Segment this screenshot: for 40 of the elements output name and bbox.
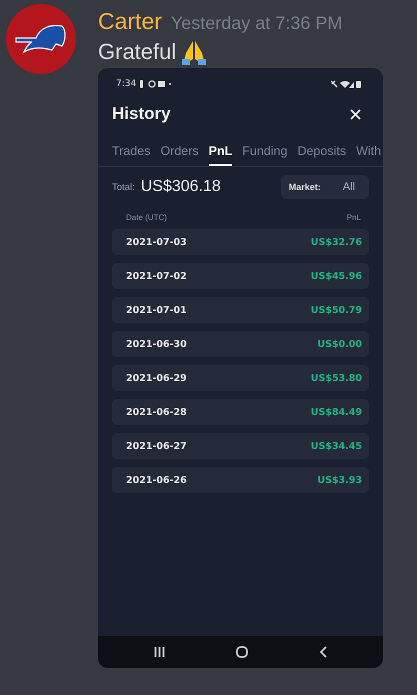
screen-title: History bbox=[112, 104, 171, 124]
tab[interactable]: Deposits bbox=[297, 144, 346, 166]
status-icons bbox=[331, 80, 361, 88]
recent-apps-icon[interactable] bbox=[154, 647, 165, 657]
pnl-cell: US$3.93 bbox=[317, 474, 362, 486]
date-cell: 2021-06-27 bbox=[126, 440, 187, 452]
pnl-cell: US$50.79 bbox=[310, 304, 362, 316]
tab[interactable]: Trades bbox=[112, 144, 150, 166]
pnl-cell: US$32.76 bbox=[310, 236, 362, 248]
pnl-cell: US$0.00 bbox=[317, 338, 362, 350]
total-label: Total: bbox=[112, 182, 135, 192]
date-cell: 2021-06-28 bbox=[126, 406, 187, 418]
tab[interactable]: With bbox=[356, 144, 382, 166]
market-filter[interactable]: Market: All bbox=[280, 175, 369, 199]
date-cell: 2021-06-26 bbox=[126, 474, 187, 486]
author-name[interactable]: Carter bbox=[98, 8, 162, 35]
pnl-cell: US$45.96 bbox=[310, 270, 362, 282]
date-cell: 2021-06-29 bbox=[126, 372, 187, 384]
date-cell: 2021-06-30 bbox=[126, 338, 187, 350]
tab[interactable]: Funding bbox=[242, 144, 288, 166]
praying-hands-icon bbox=[181, 39, 208, 65]
pnl-cell: US$34.45 bbox=[310, 440, 362, 452]
status-icons bbox=[140, 80, 172, 88]
column-header: PnL bbox=[346, 213, 361, 222]
tab[interactable]: Orders bbox=[160, 144, 199, 166]
timestamp: Yesterday at 7:36 PM bbox=[170, 13, 342, 34]
date-cell: 2021-07-02 bbox=[126, 270, 187, 282]
total-value: US$306.18 bbox=[140, 178, 221, 196]
back-icon[interactable] bbox=[320, 646, 328, 658]
status-time: 7:34 bbox=[116, 79, 136, 89]
date-cell: 2021-07-01 bbox=[126, 304, 187, 316]
date-cell: 2021-07-03 bbox=[126, 236, 187, 248]
pnl-cell: US$84.49 bbox=[310, 406, 362, 418]
message-text: Grateful bbox=[98, 39, 176, 65]
home-icon[interactable] bbox=[236, 646, 248, 658]
pnl-cell: US$53.80 bbox=[310, 372, 362, 384]
column-header: Date (UTC) bbox=[126, 213, 167, 222]
tab[interactable]: PnL bbox=[208, 144, 232, 166]
close-icon[interactable] bbox=[350, 108, 361, 120]
avatar bbox=[6, 4, 76, 74]
